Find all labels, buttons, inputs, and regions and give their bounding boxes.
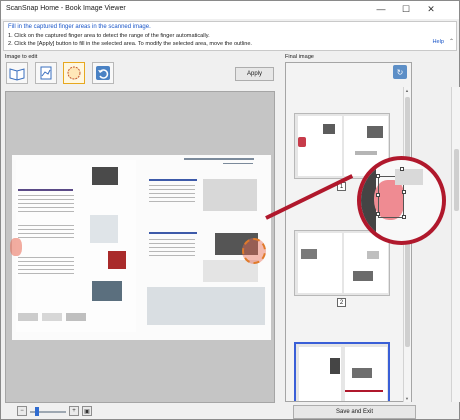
rotate-button[interactable]: ↻ — [393, 65, 407, 79]
page-number-2: 2 — [337, 298, 346, 307]
zoom-slider-thumb[interactable] — [35, 407, 39, 416]
book-spread-icon — [9, 68, 25, 81]
magnifier-callout — [357, 156, 446, 245]
instruction-panel: Fill in the captured finger areas in the… — [3, 21, 457, 51]
finger-area-tool-button[interactable] — [63, 62, 85, 84]
fit-page-icon[interactable]: ▣ — [82, 406, 92, 416]
rotate-icon: ↻ — [396, 67, 404, 77]
window-scroll-thumb[interactable] — [454, 149, 459, 211]
image-to-edit-label: Image to edit — [5, 54, 38, 60]
undo-tool-button[interactable] — [92, 62, 114, 84]
undo-icon — [96, 66, 110, 80]
apply-button[interactable]: Apply — [235, 67, 274, 81]
window-scrollbar[interactable] — [451, 87, 460, 402]
page-thumbnail-3[interactable] — [294, 342, 390, 401]
finger-area-outline[interactable] — [242, 238, 266, 264]
help-link[interactable]: Help — [432, 39, 444, 45]
zoom-out-icon[interactable]: − — [17, 406, 27, 416]
instruction-heading: Fill in the captured finger areas in the… — [8, 24, 151, 30]
window-title: ScanSnap Home - Book Image Viewer — [6, 5, 126, 12]
scroll-up-icon[interactable]: ▲ — [405, 88, 409, 93]
scanned-left-page — [12, 155, 145, 340]
scroll-down-icon[interactable]: ▼ — [405, 396, 409, 401]
instruction-step-2: 2. Click the [Apply] button to fill in t… — [8, 41, 252, 47]
thumbnail-list: 1 2 — [287, 87, 403, 401]
image-preview — [5, 91, 275, 403]
page-adjust-icon — [40, 66, 52, 80]
finger-area-left[interactable] — [10, 238, 22, 256]
minimize-button[interactable]: — — [369, 1, 393, 17]
save-and-exit-button[interactable]: Save and Exit — [293, 405, 416, 419]
book-image-viewer-window: ScanSnap Home - Book Image Viewer — ☐ ✕ … — [0, 0, 460, 420]
book-spread-tool-button[interactable] — [6, 62, 28, 84]
collapse-button[interactable]: ⌃ — [449, 38, 454, 45]
maximize-button[interactable]: ☐ — [394, 1, 418, 17]
page-adjust-tool-button[interactable] — [35, 62, 57, 84]
finger-area-icon — [67, 66, 81, 80]
close-button[interactable]: ✕ — [419, 1, 443, 17]
zoom-controls: − + ▣ — [1, 403, 279, 420]
instruction-step-1: 1. Click on the captured finger area to … — [8, 33, 210, 39]
title-bar: ScanSnap Home - Book Image Viewer — ☐ ✕ — [1, 1, 459, 19]
zoom-in-icon[interactable]: + — [69, 406, 79, 416]
final-image-label: Final image — [285, 54, 314, 60]
